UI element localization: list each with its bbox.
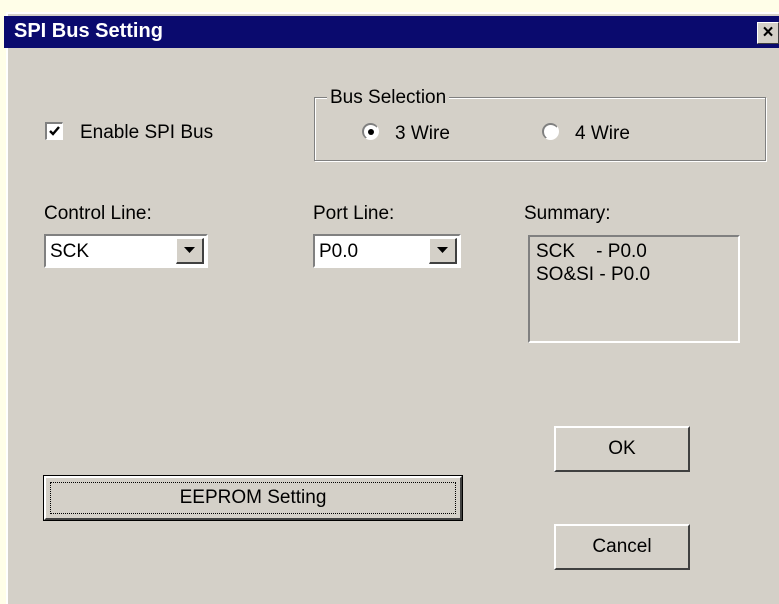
radio-3-wire[interactable] — [362, 123, 379, 140]
checkmark-icon — [49, 126, 60, 136]
eeprom-setting-button[interactable]: EEPROM Setting — [43, 475, 463, 521]
cancel-button[interactable]: Cancel — [554, 524, 690, 570]
title-bar[interactable]: SPI Bus Setting × — [4, 16, 779, 48]
summary-line: SCK - P0.0 — [536, 241, 647, 262]
control-line-dropdown-button[interactable] — [176, 238, 204, 264]
ok-button-label: OK — [608, 438, 636, 459]
summary-line: SO&SI - P0.0 — [536, 264, 651, 285]
radio-4-wire[interactable] — [542, 123, 559, 140]
summary-label: Summary: — [524, 203, 611, 224]
port-line-dropdown-button[interactable] — [429, 238, 457, 264]
chevron-down-icon — [437, 247, 448, 253]
radio-4-wire-label[interactable]: 4 Wire — [575, 123, 630, 145]
focus-indicator — [50, 482, 456, 514]
ok-button[interactable]: OK — [554, 426, 690, 472]
port-line-select[interactable]: P0.0 — [313, 234, 461, 268]
enable-spi-label[interactable]: Enable SPI Bus — [80, 122, 213, 144]
control-line-label: Control Line: — [44, 203, 152, 224]
radio-selected-dot — [368, 129, 374, 135]
port-line-value: P0.0 — [319, 241, 359, 262]
control-line-value: SCK — [50, 241, 90, 262]
cancel-button-label: Cancel — [592, 536, 652, 557]
summary-box: SCK - P0.0 SO&SI - P0.0 — [528, 235, 740, 343]
close-button[interactable]: × — [757, 22, 779, 44]
port-line-label: Port Line: — [313, 203, 395, 224]
close-icon: × — [762, 22, 774, 43]
bus-selection-legend: Bus Selection — [327, 87, 450, 109]
enable-spi-checkbox[interactable] — [45, 122, 63, 140]
window-title: SPI Bus Setting — [14, 20, 163, 42]
control-line-select[interactable]: SCK — [44, 234, 208, 268]
chevron-down-icon — [184, 247, 195, 253]
radio-3-wire-label[interactable]: 3 Wire — [395, 123, 450, 145]
